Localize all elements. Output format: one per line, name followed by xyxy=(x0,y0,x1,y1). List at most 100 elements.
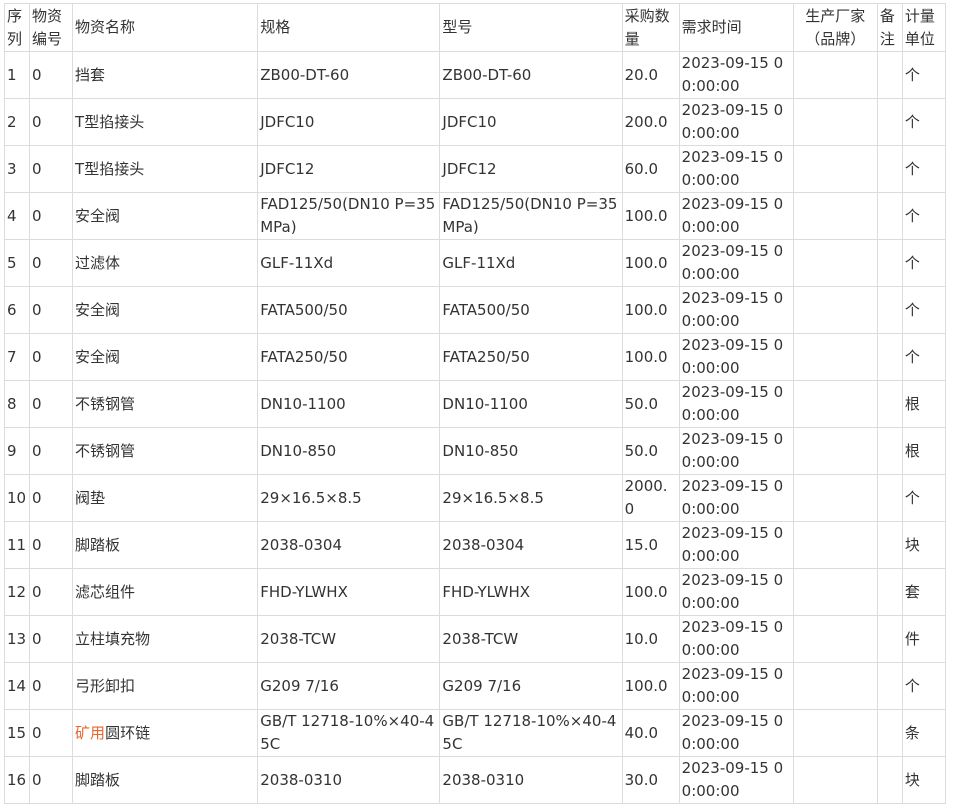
table-row: 16 0 脚踏板 2038-0310 2038-0310 30.0 2023-09-15 0… xyxy=(3,756,947,804)
cell-maker xyxy=(792,98,878,146)
cell-maker xyxy=(792,662,878,710)
table-row: 4 0 安全阀 FAD125/50(DN10 P=35MPa) FAD125/50(DN… xyxy=(3,192,947,240)
cell-spec: DN10-1100 xyxy=(257,380,441,428)
name-highlight: 矿用 xyxy=(75,723,106,742)
cell-unit: 个 xyxy=(901,145,947,193)
cell-remark xyxy=(876,474,903,522)
cell-time: 2023-09-15 00:00:00 xyxy=(678,145,794,193)
cell-model: FATA500/50 xyxy=(439,286,623,334)
header-unit: 计量单位 xyxy=(901,3,947,52)
cell-maker xyxy=(792,709,878,757)
cell-model: GLF-11Xd xyxy=(439,239,623,287)
cell-code: 0 xyxy=(29,239,74,287)
cell-code: 0 xyxy=(29,474,74,522)
cell-model: G209 7/16 xyxy=(439,662,623,710)
cell-spec: DN10-850 xyxy=(257,427,441,475)
cell-maker xyxy=(792,615,878,663)
cell-model: 29×16.5×8.5 xyxy=(439,474,623,522)
cell-qty: 2000.0 xyxy=(621,474,680,522)
name-text: 过滤体 xyxy=(75,253,121,272)
name-text: 挡套 xyxy=(75,65,106,84)
cell-unit: 个 xyxy=(901,286,947,334)
name-text: T型掐接头 xyxy=(75,159,145,178)
table-row: 12 0 滤芯组件 FHD-YLWHX FHD-YLWHX 100.0 2023-09-15… xyxy=(3,568,947,616)
cell-seq: 15 xyxy=(3,709,31,757)
cell-time: 2023-09-15 00:00:00 xyxy=(678,192,794,240)
cell-model: FATA250/50 xyxy=(439,333,623,381)
cell-remark xyxy=(876,192,903,240)
cell-time: 2023-09-15 00:00:00 xyxy=(678,286,794,334)
cell-model: FHD-YLWHX xyxy=(439,568,623,616)
name-text: 不锈钢管 xyxy=(75,441,136,460)
cell-code: 0 xyxy=(29,615,74,663)
cell-time: 2023-09-15 00:00:00 xyxy=(678,474,794,522)
cell-unit: 个 xyxy=(901,98,947,146)
cell-name: 滤芯组件 xyxy=(72,568,259,616)
header-code: 物资编号 xyxy=(29,3,74,52)
cell-remark xyxy=(876,286,903,334)
name-text: 阀垫 xyxy=(75,488,106,507)
cell-seq: 5 xyxy=(3,239,31,287)
cell-time: 2023-09-15 00:00:00 xyxy=(678,239,794,287)
name-text: 脚踏板 xyxy=(75,535,121,554)
cell-qty: 15.0 xyxy=(621,521,680,569)
header-name: 物资名称 xyxy=(72,3,259,52)
table-header: 序列 物资编号 物资名称 规格 型号 采购数量 需求时间 生产厂家（品牌） 备注… xyxy=(3,3,947,52)
cell-maker xyxy=(792,756,878,804)
cell-unit: 根 xyxy=(901,380,947,428)
cell-remark xyxy=(876,333,903,381)
cell-time: 2023-09-15 00:00:00 xyxy=(678,98,794,146)
cell-model: ZB00-DT-60 xyxy=(439,51,623,99)
cell-name: 脚踏板 xyxy=(72,521,259,569)
cell-name: 过滤体 xyxy=(72,239,259,287)
name-text: T型掐接头 xyxy=(75,112,145,131)
cell-name: 弓形卸扣 xyxy=(72,662,259,710)
cell-remark xyxy=(876,427,903,475)
cell-qty: 100.0 xyxy=(621,286,680,334)
cell-remark xyxy=(876,568,903,616)
cell-name: 立柱填充物 xyxy=(72,615,259,663)
cell-model: JDFC12 xyxy=(439,145,623,193)
cell-qty: 10.0 xyxy=(621,615,680,663)
cell-qty: 50.0 xyxy=(621,427,680,475)
header-row: 序列 物资编号 物资名称 规格 型号 采购数量 需求时间 生产厂家（品牌） 备注… xyxy=(3,3,947,52)
name-text: 安全阀 xyxy=(75,347,121,366)
header-remark: 备注 xyxy=(876,3,903,52)
table-row: 10 0 阀垫 29×16.5×8.5 29×16.5×8.5 2000.0 2023-09… xyxy=(3,474,947,522)
cell-spec: 2038-TCW xyxy=(257,615,441,663)
cell-spec: GLF-11Xd xyxy=(257,239,441,287)
header-model: 型号 xyxy=(439,3,623,52)
cell-seq: 2 xyxy=(3,98,31,146)
cell-unit: 个 xyxy=(901,192,947,240)
name-text: 圆环链 xyxy=(105,723,151,742)
cell-remark xyxy=(876,615,903,663)
cell-qty: 60.0 xyxy=(621,145,680,193)
cell-unit: 根 xyxy=(901,427,947,475)
cell-model: FAD125/50(DN10 P=35MPa) xyxy=(439,192,623,240)
cell-code: 0 xyxy=(29,709,74,757)
cell-seq: 4 xyxy=(3,192,31,240)
cell-name: 不锈钢管 xyxy=(72,427,259,475)
cell-spec: G209 7/16 xyxy=(257,662,441,710)
cell-name: 不锈钢管 xyxy=(72,380,259,428)
name-text: 立柱填充物 xyxy=(75,629,151,648)
cell-code: 0 xyxy=(29,98,74,146)
cell-remark xyxy=(876,380,903,428)
cell-qty: 100.0 xyxy=(621,662,680,710)
cell-unit: 个 xyxy=(901,333,947,381)
cell-code: 0 xyxy=(29,286,74,334)
cell-time: 2023-09-15 00:00:00 xyxy=(678,521,794,569)
cell-code: 0 xyxy=(29,521,74,569)
cell-time: 2023-09-15 00:00:00 xyxy=(678,756,794,804)
cell-spec: JDFC10 xyxy=(257,98,441,146)
table-row: 3 0 T型掐接头 JDFC12 JDFC12 60.0 2023-09-15 00:00:… xyxy=(3,145,947,193)
cell-code: 0 xyxy=(29,568,74,616)
cell-seq: 6 xyxy=(3,286,31,334)
header-time: 需求时间 xyxy=(678,3,794,52)
cell-maker xyxy=(792,145,878,193)
cell-seq: 16 xyxy=(3,756,31,804)
cell-unit: 个 xyxy=(901,51,947,99)
cell-remark xyxy=(876,51,903,99)
cell-time: 2023-09-15 00:00:00 xyxy=(678,333,794,381)
cell-unit: 件 xyxy=(901,615,947,663)
